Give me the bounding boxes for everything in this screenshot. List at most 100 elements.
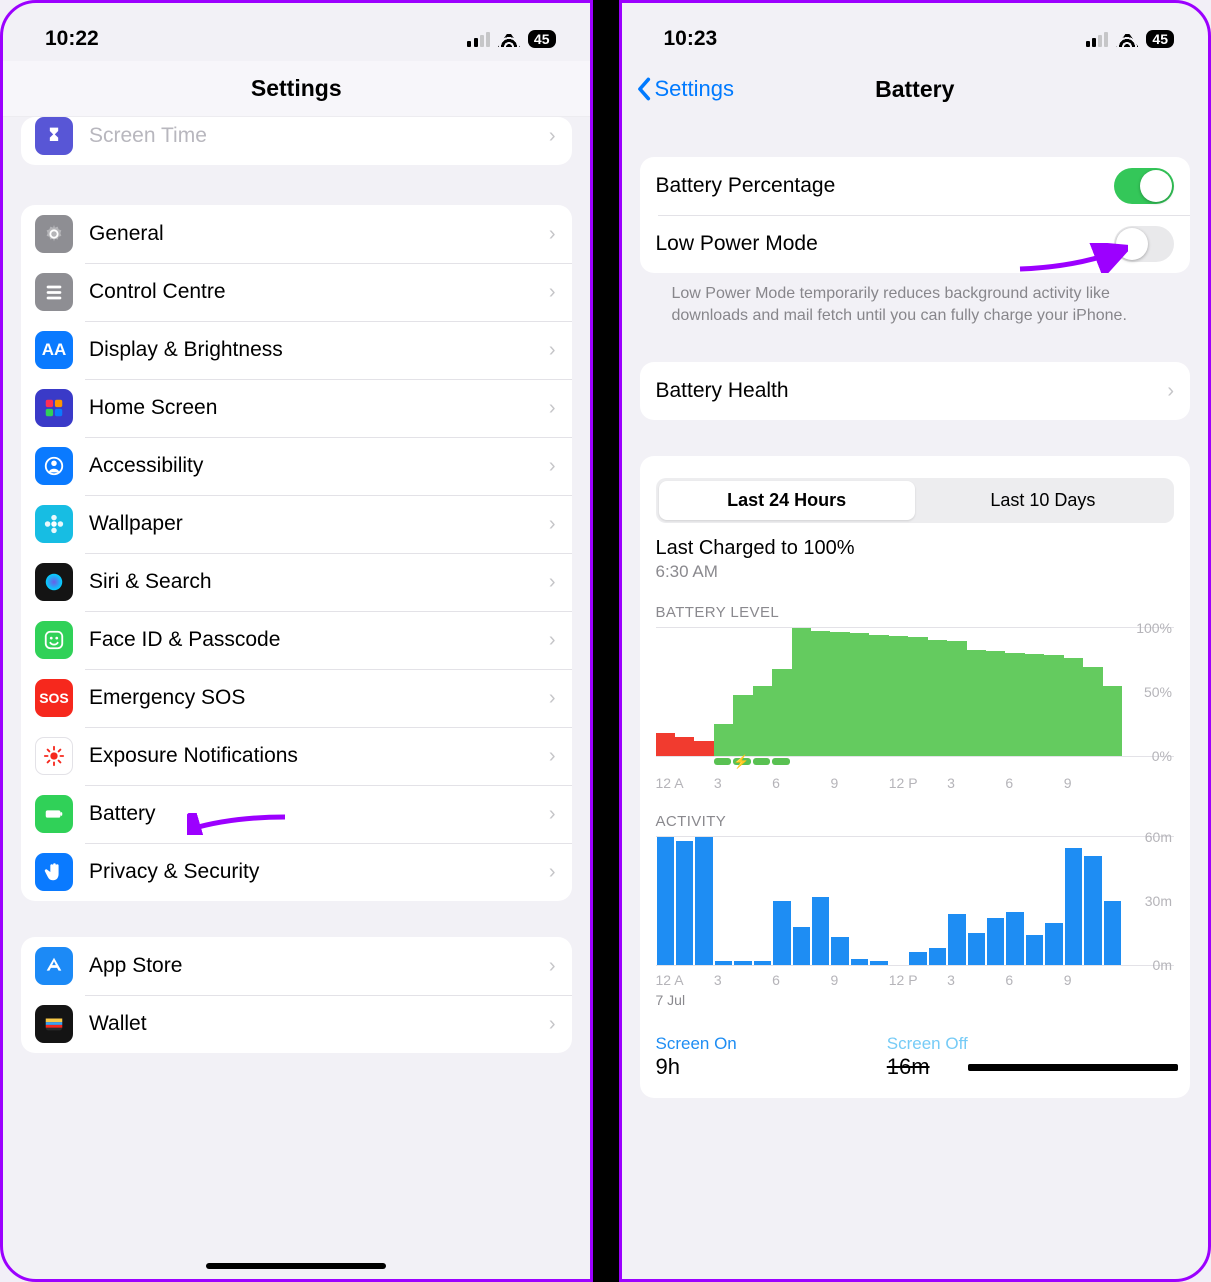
level-bar (753, 686, 772, 756)
chevron-right-icon: › (549, 862, 556, 882)
row-appstore[interactable]: App Store› (21, 937, 572, 995)
battery-health-group: Battery Health › (640, 362, 1191, 420)
cellular-icon (467, 32, 490, 47)
settings-group-1: General›Control Centre›AADisplay & Brigh… (21, 205, 572, 901)
row-siri[interactable]: Siri & Search› (21, 553, 572, 611)
chevron-right-icon: › (1167, 381, 1174, 401)
screen-off-value: 16m (887, 1054, 930, 1079)
SOS-icon: SOS (35, 679, 73, 717)
grid-icon (35, 389, 73, 427)
level-bar (714, 724, 733, 756)
screenshot-divider (593, 0, 619, 1282)
chevron-right-icon: › (549, 340, 556, 360)
activity-bar (909, 952, 926, 965)
row-low-power: Low Power Mode (640, 215, 1191, 273)
activity-bar (734, 961, 751, 965)
row-label: Battery Percentage (656, 174, 1115, 198)
activity-bar (715, 961, 732, 965)
activity-bar (1065, 848, 1082, 965)
battery-percent-toggle[interactable] (1114, 168, 1174, 204)
row-label: Wallet (89, 1012, 549, 1036)
level-bar (967, 650, 986, 756)
row-label: General (89, 222, 549, 246)
row-general[interactable]: General› (21, 205, 572, 263)
back-button[interactable]: Settings (636, 76, 735, 102)
row-home-screen[interactable]: Home Screen› (21, 379, 572, 437)
row-wallpaper[interactable]: Wallpaper› (21, 495, 572, 553)
row-label: Accessibility (89, 454, 549, 478)
wallet-icon (35, 1005, 73, 1043)
status-bar: 10:22 45 (3, 3, 590, 61)
row-battery[interactable]: Battery› (21, 785, 572, 843)
hand-icon (35, 853, 73, 891)
level-bar (656, 733, 675, 756)
chevron-right-icon: › (549, 282, 556, 302)
xtick: 12 P (889, 775, 947, 791)
level-bar (694, 741, 713, 756)
ylabel: 30m (1145, 893, 1172, 909)
status-time: 10:23 (664, 27, 718, 51)
face-icon (35, 621, 73, 659)
home-indicator[interactable] (206, 1263, 386, 1269)
ylabel: 50% (1144, 684, 1172, 700)
activity-bar (1006, 912, 1023, 965)
settings-screen: 10:22 45 Settings Screen Time › (0, 0, 593, 1282)
bolt-icon: ⚡ (733, 754, 749, 770)
chevron-right-icon: › (549, 804, 556, 824)
row-label: Emergency SOS (89, 686, 549, 710)
low-power-note: Low Power Mode temporarily reduces backg… (640, 273, 1191, 326)
seg-last-10d[interactable]: Last 10 Days (915, 481, 1171, 520)
back-label: Settings (655, 76, 735, 102)
row-label: Screen Time (89, 124, 549, 148)
wifi-icon (1116, 31, 1138, 47)
date-label: 7 Jul (656, 992, 1175, 1008)
chevron-right-icon: › (549, 224, 556, 244)
row-sos[interactable]: SOS Emergency SOS› (21, 669, 572, 727)
activity-bar (812, 897, 829, 965)
xtick: 12 A (656, 972, 714, 988)
low-power-toggle[interactable] (1114, 226, 1174, 262)
battery-toggles-group: Battery Percentage Low Power Mode (640, 157, 1191, 273)
row-privacy[interactable]: Privacy & Security› (21, 843, 572, 901)
row-label: Wallpaper (89, 512, 549, 536)
person-icon (35, 447, 73, 485)
activity-bar (793, 927, 810, 965)
ylabel: 0% (1152, 748, 1172, 764)
row-control-centre[interactable]: Control Centre› (21, 263, 572, 321)
row-screen-time[interactable]: Screen Time › (21, 117, 572, 165)
status-bar: 10:23 45 (622, 3, 1209, 61)
row-wallet[interactable]: Wallet› (21, 995, 572, 1053)
activity-bar (851, 959, 868, 965)
AA-icon: AA (35, 331, 73, 369)
exposure-icon (35, 737, 73, 775)
row-faceid[interactable]: Face ID & Passcode› (21, 611, 572, 669)
row-accessibility[interactable]: Accessibility› (21, 437, 572, 495)
row-label: Exposure Notifications (89, 744, 549, 768)
chevron-right-icon: › (549, 456, 556, 476)
xtick: 6 (772, 972, 830, 988)
level-bar (947, 641, 966, 756)
battery-icon: 45 (528, 30, 556, 48)
screen-on-value: 9h (656, 1054, 737, 1080)
level-bar (850, 633, 869, 756)
seg-last-24h[interactable]: Last 24 Hours (659, 481, 915, 520)
row-label: Battery Health (656, 379, 1168, 403)
xtick: 3 (947, 775, 1005, 791)
battery-screen: 10:23 45 Settings Battery Battery Percen… (619, 0, 1211, 1282)
chevron-right-icon: › (549, 956, 556, 976)
level-bar (811, 631, 830, 756)
row-label: Face ID & Passcode (89, 628, 549, 652)
activity-bar (1045, 923, 1062, 966)
battery-usage-panel: Last 24 Hours Last 10 Days Last Charged … (640, 456, 1191, 1098)
chevron-right-icon: › (549, 688, 556, 708)
level-bar (792, 628, 811, 756)
settings-group-2: App Store›Wallet› (21, 937, 572, 1053)
row-battery-health[interactable]: Battery Health › (640, 362, 1191, 420)
flower-icon (35, 505, 73, 543)
row-display[interactable]: AADisplay & Brightness› (21, 321, 572, 379)
row-label: Privacy & Security (89, 860, 549, 884)
xaxis: 12 A36912 P369 (656, 775, 1175, 791)
screen-on-label: Screen On (656, 1034, 737, 1054)
activity-bar (676, 841, 693, 965)
row-exposure[interactable]: Exposure Notifications› (21, 727, 572, 785)
